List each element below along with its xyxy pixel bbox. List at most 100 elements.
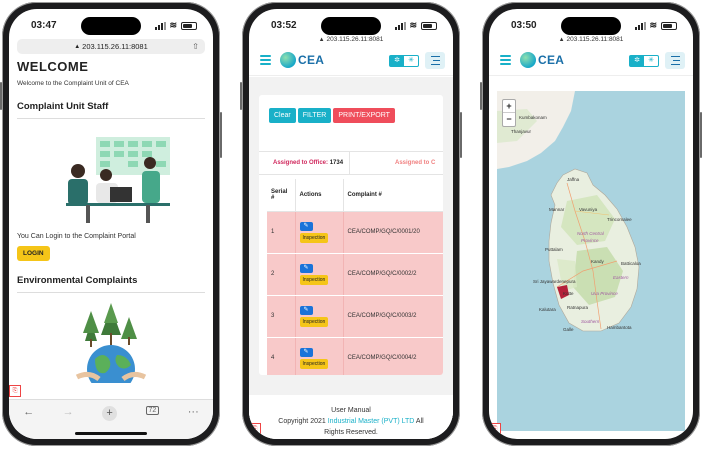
back-arrow-icon[interactable]: ← — [23, 406, 34, 418]
section-heading-staff: Complaint Unit Staff — [17, 101, 205, 119]
right-menu-icon[interactable] — [665, 52, 685, 69]
rights-text: Rights Reserved. — [324, 429, 378, 436]
copyright-prefix: Copyright 2021 — [278, 418, 326, 425]
col-serial: Serial # — [267, 179, 296, 212]
more-options-icon[interactable]: ··· — [188, 406, 199, 418]
dark-mode-icon[interactable]: ✲ — [390, 56, 404, 66]
login-prompt: You Can Login to the Complaint Portal — [17, 233, 136, 240]
actions-cell: ✎ Inspection — [295, 337, 344, 375]
address-bar[interactable]: ▲ 203.115.26.11:8081 ⇧ — [17, 39, 205, 54]
complaints-card: Clear FILTER PRINT/EXPORT Assigned to Of… — [259, 95, 443, 375]
edit-pencil-icon[interactable]: ✎ — [299, 305, 313, 315]
map-label: Kotte — [563, 291, 574, 296]
zoom-out-button[interactable]: − — [503, 113, 515, 126]
theme-toggle[interactable]: ✲ ✳ — [389, 55, 419, 67]
address-bar[interactable]: ▲ 203.115.26.11:8081 — [489, 36, 693, 43]
home-indicator — [75, 432, 147, 435]
divider — [349, 152, 350, 174]
logo-mark-icon — [520, 52, 536, 68]
dynamic-island — [81, 17, 141, 35]
table-row[interactable]: 1 ✎ Inspection CEA/COMP/GQ/C/0001/20 — [267, 211, 443, 254]
wifi-icon: ≋ — [649, 20, 658, 30]
map-label: Jaffna — [567, 177, 580, 182]
address-bar[interactable]: ▲ 203.115.26.11:8081 — [249, 36, 453, 43]
complaint-cell[interactable]: CEA/COMP/GQ/C/0001/20 — [343, 211, 443, 254]
phone-screen-1: 03:47 ≋ ▲ 203.115.26.11:8081 ⇧ WELCOME W… — [9, 9, 213, 439]
map-label: Hambantota — [607, 325, 632, 330]
actions-cell: ✎ Inspection — [295, 295, 344, 338]
map-label: Kumbakonam — [519, 115, 547, 120]
right-menu-icon[interactable] — [425, 52, 445, 69]
pdf-icon[interactable]: ⎘ — [489, 423, 501, 435]
lock-icon: ▲ — [318, 37, 325, 43]
action-buttons: Clear FILTER PRINT/EXPORT — [269, 108, 395, 123]
status-time: 03:47 — [31, 20, 57, 31]
battery-icon — [181, 21, 197, 30]
logo-mark-icon — [280, 52, 296, 68]
table-row[interactable]: 2 ✎ Inspection CEA/COMP/GQ/C/0002/2 — [267, 253, 443, 296]
copyright-line: Copyright 2021 Industrial Master (PVT) L… — [249, 416, 453, 427]
hamburger-menu-icon[interactable] — [500, 55, 511, 65]
cea-logo[interactable]: CEA — [520, 52, 564, 68]
inspection-button[interactable]: Inspection — [299, 232, 329, 243]
table-row[interactable]: 3 ✎ Inspection CEA/COMP/GQ/C/0003/2 — [267, 295, 443, 338]
phone-frame-3: 03:50 ≋ ▲ 203.115.26.11:8081 CEA ✲ ✳ + −… — [480, 2, 702, 446]
pdf-icon[interactable]: ⎘ — [249, 423, 261, 435]
hamburger-menu-icon[interactable] — [260, 55, 271, 65]
logo-text: CEA — [298, 53, 325, 67]
map-label: Puttalam — [545, 247, 563, 252]
battery-icon — [421, 21, 437, 30]
serial-cell: 4 — [267, 337, 296, 375]
map-label: Thanjavur — [511, 129, 532, 134]
map-label: Vavuniya — [579, 207, 598, 212]
pdf-icon[interactable]: ⎘ — [9, 385, 21, 397]
signal-icon — [155, 21, 167, 30]
light-mode-icon[interactable]: ✳ — [404, 56, 418, 66]
zoom-control: + − — [502, 99, 516, 127]
environment-illustration — [61, 303, 161, 393]
edit-pencil-icon[interactable]: ✎ — [299, 347, 313, 357]
new-tab-plus-icon[interactable]: + — [102, 406, 118, 421]
tab-count-button[interactable]: 72 — [145, 406, 160, 415]
page-subtitle: Welcome to the Complaint Unit of CEA — [17, 80, 129, 87]
theme-toggle[interactable]: ✲ ✳ — [629, 55, 659, 67]
url-text: 203.115.26.11:8081 — [82, 42, 148, 51]
map-label: Ratnapura — [567, 305, 589, 310]
zoom-in-button[interactable]: + — [503, 100, 515, 113]
light-mode-icon[interactable]: ✳ — [644, 56, 658, 66]
map-label: Sri Jayawardenepura — [533, 279, 576, 284]
signal-icon — [635, 21, 647, 30]
clear-button[interactable]: Clear — [269, 108, 296, 123]
status-icons: ≋ — [155, 20, 197, 31]
lock-icon: ▲ — [74, 43, 81, 50]
page-footer: User Manual Copyright 2021 Industrial Ma… — [249, 405, 453, 438]
complaint-cell[interactable]: CEA/COMP/GQ/C/0003/2 — [343, 295, 443, 338]
dark-mode-icon[interactable]: ✲ — [630, 56, 644, 66]
map-label: Province — [581, 238, 599, 243]
edit-pencil-icon[interactable]: ✎ — [299, 221, 313, 231]
inspection-button[interactable]: Inspection — [299, 274, 329, 285]
sri-lanka-map[interactable]: + − Kumbakonam Thanjavur Jaffna Mannar V… — [497, 91, 685, 431]
copyright-suffix: All — [415, 418, 424, 425]
edit-pencil-icon[interactable]: ✎ — [299, 263, 313, 273]
company-link[interactable]: Industrial Master (PVT) LTD — [328, 418, 415, 425]
user-manual-link[interactable]: User Manual — [249, 405, 453, 416]
filter-button[interactable]: FILTER — [297, 108, 332, 123]
complaints-page: Clear FILTER PRINT/EXPORT Assigned to Of… — [249, 77, 453, 439]
assigned-other-stat: Assigned to C — [395, 160, 436, 166]
map-label: Trincomalee — [607, 217, 632, 222]
inspection-button[interactable]: Inspection — [299, 316, 329, 327]
dynamic-island — [321, 17, 381, 35]
url-text: 203.115.26.11:8081 — [326, 36, 384, 43]
forward-arrow-icon[interactable]: → — [63, 406, 74, 418]
cea-logo[interactable]: CEA — [280, 52, 324, 68]
print-export-button[interactable]: PRINT/EXPORT — [333, 108, 395, 123]
map-label: Kandy — [591, 259, 604, 264]
share-icon[interactable]: ⇧ — [192, 42, 199, 51]
complaint-cell[interactable]: CEA/COMP/GQ/C/0002/2 — [343, 253, 443, 296]
table-row[interactable]: 4 ✎ Inspection CEA/COMP/GQ/C/0004/2 — [267, 337, 443, 375]
inspection-button[interactable]: Inspection — [299, 358, 329, 369]
complaint-cell[interactable]: CEA/COMP/GQ/C/0004/2 — [343, 337, 443, 375]
login-button[interactable]: LOGIN — [17, 246, 50, 261]
map-label: Batticaloa — [621, 261, 641, 266]
